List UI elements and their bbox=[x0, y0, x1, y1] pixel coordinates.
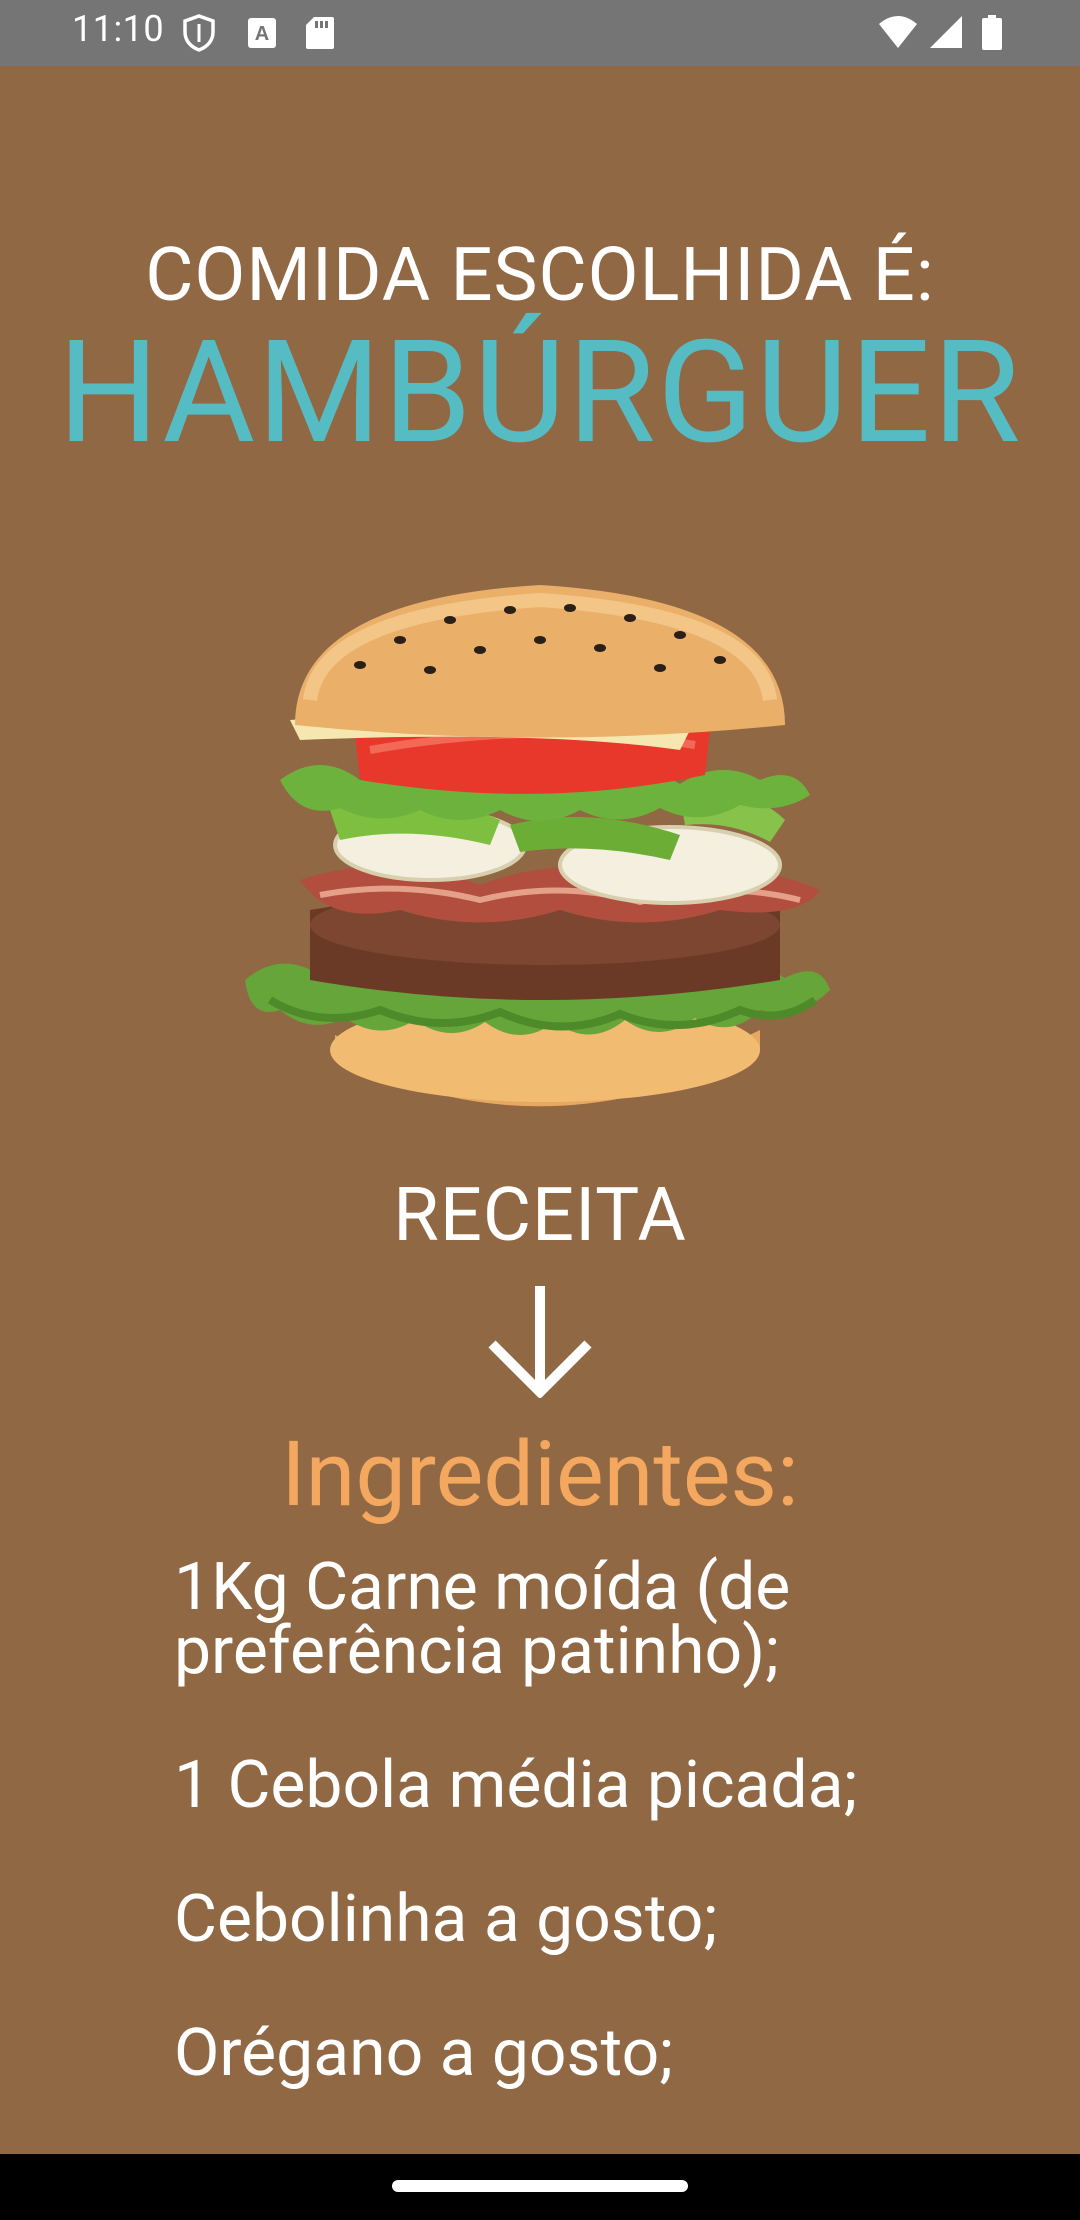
ingredient-item: Orégano a gosto; bbox=[174, 2015, 674, 2092]
status-bar: 11:10 A bbox=[0, 0, 1080, 66]
food-name: HAMBÚRGUER bbox=[57, 309, 1023, 476]
signal-icon bbox=[928, 14, 964, 52]
home-gesture-handle[interactable] bbox=[392, 2180, 688, 2192]
svg-text:A: A bbox=[255, 23, 269, 45]
app-screen: 11:10 A COMIDA ESCOLHIDA É: HAMBÚRGUER R… bbox=[0, 0, 1080, 2220]
ingredient-item: 1Kg Carne moída (de preferência patinho)… bbox=[174, 1549, 791, 1690]
ingredients-title: Ingredientes: bbox=[281, 1422, 799, 1527]
text-a-icon: A bbox=[246, 14, 282, 52]
wifi-icon bbox=[878, 14, 918, 52]
sd-card-icon bbox=[304, 14, 340, 52]
ingredient-item: Cebolinha a gosto; bbox=[174, 1881, 718, 1958]
ingredient-item: 1 Cebola média picada; bbox=[174, 1747, 858, 1824]
recipe-label: RECEITA bbox=[393, 1172, 687, 1259]
chosen-food-label: COMIDA ESCOLHIDA É: bbox=[145, 232, 935, 319]
hamburger-image bbox=[240, 580, 840, 1130]
ingredients-list: 1Kg Carne moída (de preferência patinho)… bbox=[174, 1549, 894, 2156]
status-time: 11:10 bbox=[72, 8, 165, 50]
navigation-bar bbox=[0, 2154, 1080, 2220]
battery-icon bbox=[980, 14, 1004, 52]
shield-icon bbox=[182, 14, 218, 52]
arrow-down-icon bbox=[486, 1282, 594, 1400]
